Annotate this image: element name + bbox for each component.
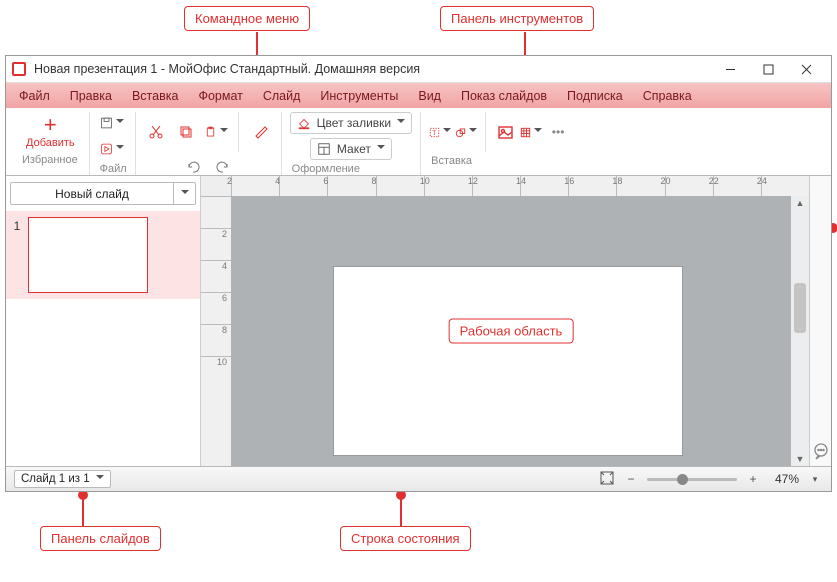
undo-button[interactable]: [181, 156, 205, 178]
menu-slide[interactable]: Слайд: [254, 83, 310, 108]
menu-view[interactable]: Вид: [409, 83, 450, 108]
scroll-thumb[interactable]: [794, 283, 806, 333]
zoom-value: 47%: [775, 472, 799, 486]
scroll-up-icon[interactable]: ▲: [791, 196, 809, 210]
slide-number: 1: [10, 217, 24, 293]
add-button-label: Добавить: [26, 137, 75, 149]
thumbnails: 1: [6, 211, 200, 466]
callout-slides: Панель слайдов: [40, 526, 161, 551]
menu-show[interactable]: Показ слайдов: [452, 83, 556, 108]
comments-icon[interactable]: [812, 442, 830, 460]
group-favorites-label: Избранное: [20, 151, 81, 169]
menu-tools[interactable]: Инструменты: [311, 83, 407, 108]
ribbon: + Добавить Избранное Файл: [6, 108, 831, 176]
slide-canvas[interactable]: [333, 266, 683, 456]
canvas[interactable]: Рабочая область: [231, 196, 791, 466]
shape-button[interactable]: [455, 121, 477, 143]
menu-file[interactable]: Файл: [10, 83, 59, 108]
vertical-scrollbar[interactable]: ▲ ▼: [791, 196, 809, 466]
zoom-in-button[interactable]: +: [745, 471, 761, 487]
sidebar: [809, 176, 831, 466]
group-insert-label: Вставка: [429, 152, 570, 170]
layout-label: Макет: [337, 142, 371, 156]
callout-toolbar: Панель инструментов: [440, 6, 594, 31]
menubar: Файл Правка Вставка Формат Слайд Инструм…: [6, 83, 831, 108]
new-slide-button[interactable]: Новый слайд: [10, 182, 174, 205]
save-button[interactable]: [100, 112, 124, 134]
workarea: Новый слайд 1 24 68 1012 1416 1820 2224 …: [6, 176, 831, 466]
callout-workarea: Рабочая область: [449, 319, 574, 344]
zoom-slider[interactable]: [647, 478, 737, 481]
cut-button[interactable]: [144, 121, 168, 143]
textbox-button[interactable]: T: [429, 121, 451, 143]
maximize-button[interactable]: [749, 56, 787, 82]
callout-status: Строка состояния: [340, 526, 471, 551]
zoom-thumb[interactable]: [677, 474, 688, 485]
slide-thumb-1[interactable]: 1: [6, 211, 200, 299]
titlebar: Новая презентация 1 - МойОфис Стандартны…: [6, 56, 831, 83]
app-icon: [12, 62, 26, 76]
vertical-ruler: 2 46 810: [201, 196, 231, 466]
fill-color-button[interactable]: Цвет заливки: [290, 112, 412, 134]
statusbar: Слайд 1 из 1 − + 47% ▾: [6, 466, 831, 491]
scroll-down-icon[interactable]: ▼: [791, 452, 809, 466]
add-button[interactable]: + Добавить: [20, 112, 81, 151]
slide-indicator[interactable]: Слайд 1 из 1: [14, 470, 111, 488]
slide-preview: [28, 217, 148, 293]
menu-insert[interactable]: Вставка: [123, 83, 187, 108]
menu-help[interactable]: Справка: [634, 83, 701, 108]
new-slide-dropdown[interactable]: [174, 182, 196, 205]
close-button[interactable]: [787, 56, 825, 82]
menu-edit[interactable]: Правка: [61, 83, 121, 108]
svg-text:T: T: [432, 129, 436, 136]
horizontal-ruler: 24 68 1012 1416 1820 2224: [231, 176, 809, 196]
app-window: Новая презентация 1 - МойОфис Стандартны…: [5, 55, 832, 492]
minimize-button[interactable]: [711, 56, 749, 82]
redo-button[interactable]: [211, 156, 235, 178]
image-button[interactable]: [494, 121, 516, 143]
fit-button[interactable]: [599, 470, 615, 489]
plus-icon: +: [44, 114, 57, 136]
fill-color-label: Цвет заливки: [317, 116, 391, 130]
layout-button[interactable]: Макет: [310, 138, 392, 160]
callout-command-menu: Командное меню: [184, 6, 310, 31]
table-button[interactable]: [520, 121, 542, 143]
slides-panel: Новый слайд 1: [6, 176, 201, 466]
brush-button[interactable]: [249, 121, 273, 143]
play-button[interactable]: [100, 138, 124, 160]
copy-button[interactable]: [174, 121, 198, 143]
zoom-dropdown[interactable]: ▾: [807, 471, 823, 487]
menu-subscription[interactable]: Подписка: [558, 83, 632, 108]
zoom-out-button[interactable]: −: [623, 471, 639, 487]
more-button[interactable]: •••: [546, 121, 570, 143]
window-title: Новая презентация 1 - МойОфис Стандартны…: [34, 62, 711, 76]
canvas-viewport: 24 68 1012 1416 1820 2224 2 46 810 Рабоч…: [201, 176, 809, 466]
menu-format[interactable]: Формат: [189, 83, 251, 108]
paste-button[interactable]: [204, 121, 228, 143]
